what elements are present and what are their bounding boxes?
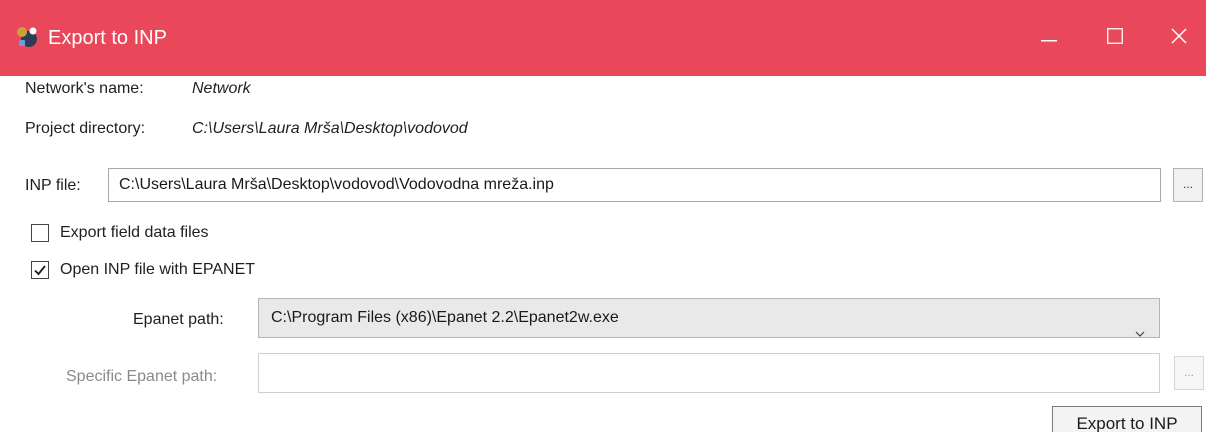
app-icon — [14, 24, 40, 50]
maximize-icon — [1107, 27, 1123, 49]
chevron-down-icon — [1135, 314, 1145, 352]
specific-epanet-path-input[interactable] — [258, 353, 1160, 393]
epanet-path-selected-value: C:\Program Files (x86)\Epanet 2.2\Epanet… — [271, 309, 619, 326]
window-title: Export to INP — [48, 27, 167, 49]
inp-file-input[interactable]: C:\Users\Laura Mrša\Desktop\vodovod\Vodo… — [108, 168, 1161, 202]
project-directory-value: C:\Users\Laura Mrša\Desktop\vodovod — [192, 120, 468, 137]
open-with-epanet-label[interactable]: Open INP file with EPANET — [60, 260, 255, 280]
network-name-value: Network — [192, 80, 251, 97]
export-to-inp-dialog: Export to INP Network's name: Network Pr… — [0, 0, 1206, 432]
open-with-epanet-checkbox[interactable] — [31, 261, 49, 279]
specific-epanet-path-label: Specific Epanet path: — [66, 368, 218, 385]
close-button[interactable] — [1154, 18, 1204, 58]
specific-epanet-path-browse-button[interactable]: ... — [1174, 356, 1204, 390]
network-name-label: Network's name: — [25, 80, 144, 97]
maximize-button[interactable] — [1090, 18, 1140, 58]
epanet-path-select[interactable]: C:\Program Files (x86)\Epanet 2.2\Epanet… — [258, 298, 1160, 338]
project-directory-label: Project directory: — [25, 120, 146, 137]
inp-file-browse-button[interactable]: ... — [1173, 168, 1203, 202]
title-bar[interactable]: Export to INP — [0, 0, 1206, 76]
inp-file-label: INP file: — [25, 177, 81, 194]
minimize-icon — [1041, 29, 1057, 47]
export-to-inp-button[interactable]: Export to INP — [1052, 406, 1202, 432]
export-field-data-label[interactable]: Export field data files — [60, 223, 209, 243]
checkmark-icon — [34, 265, 46, 276]
minimize-button[interactable] — [1024, 18, 1074, 58]
close-icon — [1171, 27, 1187, 49]
export-field-data-checkbox[interactable] — [31, 224, 49, 242]
epanet-path-label: Epanet path: — [133, 311, 224, 328]
